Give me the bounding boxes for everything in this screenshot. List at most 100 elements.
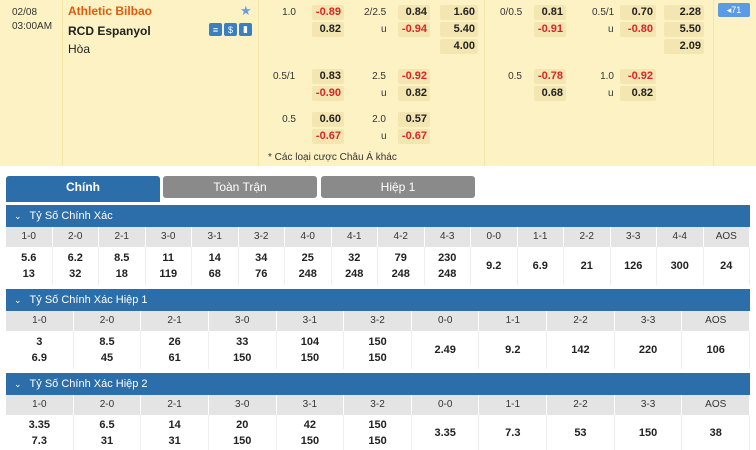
dollar-icon[interactable]: $ [224, 23, 237, 36]
score-odds-cell[interactable]: 3.35 7.3 [6, 415, 74, 450]
ft-over-odd[interactable]: -0.92 [398, 69, 430, 84]
ft-handicap-home-odd[interactable]: -0.89 [312, 5, 344, 20]
away-team[interactable]: RCD Espanyol [68, 24, 151, 38]
h1-handicap-away-odd[interactable]: 0.68 [534, 86, 566, 101]
score-header-cell: 0-0 [412, 395, 480, 415]
ft-handicap-away-odd[interactable]: -0.67 [312, 129, 344, 144]
score-odds-cell[interactable]: 9.2 [471, 247, 518, 285]
h1-under-odd[interactable]: 0.82 [620, 86, 656, 101]
score-odds-cell[interactable]: 11 119 [146, 247, 192, 285]
h1-1x2-home[interactable]: 2.28 [664, 5, 704, 20]
favorite-star-icon[interactable]: ★ [240, 3, 252, 19]
score-odd-value: 79 [394, 252, 407, 264]
ft-under-odd[interactable]: -0.94 [398, 22, 430, 37]
h1-handicap-home-odd[interactable]: 0.81 [534, 5, 566, 20]
section-header[interactable]: ⌄ Tỷ Số Chính Xác [6, 205, 750, 227]
h1-1x2-draw[interactable]: 2.09 [664, 39, 704, 54]
score-odds-cell[interactable]: 2.49 [412, 331, 480, 369]
match-tools: ≡ $ ▮ [209, 23, 252, 36]
section-header[interactable]: ⌄ Tỷ Số Chính Xác Hiệp 2 [6, 373, 750, 395]
ft-1x2-draw[interactable]: 4.00 [440, 39, 478, 54]
score-odds-cell[interactable]: 38 [682, 415, 751, 450]
h1-1x2-away[interactable]: 5.50 [664, 22, 704, 37]
ft-over-odd[interactable]: 0.84 [398, 5, 430, 20]
score-header-row: 1-0 2-0 2-1 3-0 3-1 3-2 0-0 1-1 2-2 3-3 AOS [6, 311, 751, 331]
score-odds-cell[interactable]: 142 [547, 331, 615, 369]
stats-icon[interactable]: ≡ [209, 23, 222, 36]
score-odds-cell[interactable]: 6.9 [518, 247, 564, 285]
score-odds-cell[interactable]: 8.5 45 [74, 331, 142, 369]
score-odd-value: 248 [345, 268, 364, 280]
ft-under-odd[interactable]: -0.67 [398, 129, 430, 144]
correct-score-h2-section: ⌄ Tỷ Số Chính Xác Hiệp 2 1-0 2-0 2-1 3-0 3-1 3… [6, 373, 751, 450]
match-panel: 02/08 03:00AM Athletic Bilbao RCD Espany… [0, 0, 756, 166]
score-header-cell: 1-0 [6, 395, 74, 415]
score-odds-cell[interactable]: 150 150 [344, 331, 412, 369]
ft-over-odd[interactable]: 0.57 [398, 112, 430, 127]
ft-under-odd[interactable]: 0.82 [398, 86, 430, 101]
match-datetime: 02/08 03:00AM [12, 6, 52, 34]
score-odds-cell[interactable]: 14 68 [192, 247, 239, 285]
score-odds-cell[interactable]: 8.5 18 [99, 247, 146, 285]
tab-first-half[interactable]: Hiệp 1 [321, 176, 475, 198]
score-odds-cell[interactable]: 300 [657, 247, 704, 285]
score-odds-cell[interactable]: 79 248 [378, 247, 425, 285]
other-asian-bets-link[interactable]: * Các loại cược Châu Á khác [268, 152, 397, 163]
home-team[interactable]: Athletic Bilbao [68, 4, 152, 18]
correct-score-h1-section: ⌄ Tỷ Số Chính Xác Hiệp 1 1-0 2-0 2-1 3-0 3-1 3… [6, 289, 751, 369]
score-odds-cell[interactable]: 14 31 [141, 415, 209, 450]
ft-handicap-home-odd[interactable]: 0.83 [312, 69, 344, 84]
score-odd-value: 32 [69, 268, 82, 280]
score-odds-cell[interactable]: 106 [682, 331, 751, 369]
ft-handicap-home-odd[interactable]: 0.60 [312, 112, 344, 127]
score-odds-cell[interactable]: 9.2 [479, 331, 548, 369]
score-header-cell: 1-1 [518, 227, 564, 247]
score-odds-cell[interactable]: 6.5 31 [74, 415, 142, 450]
score-odds-cell[interactable]: 5.6 13 [6, 247, 53, 285]
score-odds-cell[interactable]: 53 [547, 415, 615, 450]
score-odds-cell[interactable]: 6.2 32 [53, 247, 99, 285]
ft-handicap-line: 0.5/1 [273, 71, 296, 82]
ft-1x2-home[interactable]: 1.60 [440, 5, 478, 20]
h1-under-odd[interactable]: -0.80 [620, 22, 656, 37]
score-odds-cell[interactable]: 24 [704, 247, 750, 285]
tab-main[interactable]: Chính [6, 176, 160, 202]
score-odd-value: 150 [368, 336, 387, 348]
score-odds-cell[interactable]: 7.3 [479, 415, 548, 450]
score-odds-cell[interactable]: 34 76 [239, 247, 285, 285]
score-odds-cell[interactable]: 25 248 [285, 247, 332, 285]
score-odd-value: 9.2 [486, 260, 502, 272]
score-header-cell: 1-0 [6, 227, 53, 247]
score-odds-cell[interactable]: 230 248 [425, 247, 471, 285]
more-markets-badge[interactable]: ◂71 [718, 3, 750, 17]
ft-handicap-away-odd[interactable]: -0.90 [312, 86, 344, 101]
h1-over-odd[interactable]: 0.70 [620, 5, 656, 20]
score-odds-cell[interactable]: 33 150 [209, 331, 277, 369]
score-odds-cell[interactable]: 32 248 [332, 247, 378, 285]
h1-over-odd[interactable]: -0.92 [620, 69, 656, 84]
score-header-cell: 2-0 [74, 311, 142, 331]
score-odds-cell[interactable]: 42 150 [277, 415, 345, 450]
score-odds-cell[interactable]: 21 [564, 247, 611, 285]
chart-icon[interactable]: ▮ [239, 23, 252, 36]
score-odds-cell[interactable]: 126 [611, 247, 657, 285]
score-odds-cell[interactable]: 220 [615, 331, 683, 369]
h1-handicap-away-odd[interactable]: -0.91 [534, 22, 566, 37]
ft-1x2-away[interactable]: 5.40 [440, 22, 478, 37]
score-odd-value: 3.35 [28, 419, 51, 431]
score-odds-cell[interactable]: 3.35 [412, 415, 480, 450]
score-odds-row: 5.6 13 6.2 32 8.5 18 11 119 14 68 34 76 25 248 32 248 79… [6, 247, 750, 285]
score-odd-value: 42 [303, 419, 316, 431]
tab-full-match[interactable]: Toàn Trận [163, 176, 317, 198]
score-odds-cell[interactable]: 150 [615, 415, 683, 450]
score-odd-value: 6.9 [532, 260, 548, 272]
ft-handicap-away-odd[interactable]: 0.82 [312, 22, 344, 37]
score-odds-cell[interactable]: 104 150 [277, 331, 345, 369]
score-odds-cell[interactable]: 20 150 [209, 415, 277, 450]
score-odd-value: 38 [709, 427, 722, 439]
section-header[interactable]: ⌄ Tỷ Số Chính Xác Hiệp 1 [6, 289, 750, 311]
score-odds-cell[interactable]: 26 61 [141, 331, 209, 369]
score-odds-cell[interactable]: 150 150 [344, 415, 412, 450]
h1-handicap-home-odd[interactable]: -0.78 [534, 69, 566, 84]
score-odds-cell[interactable]: 3 6.9 [6, 331, 74, 369]
